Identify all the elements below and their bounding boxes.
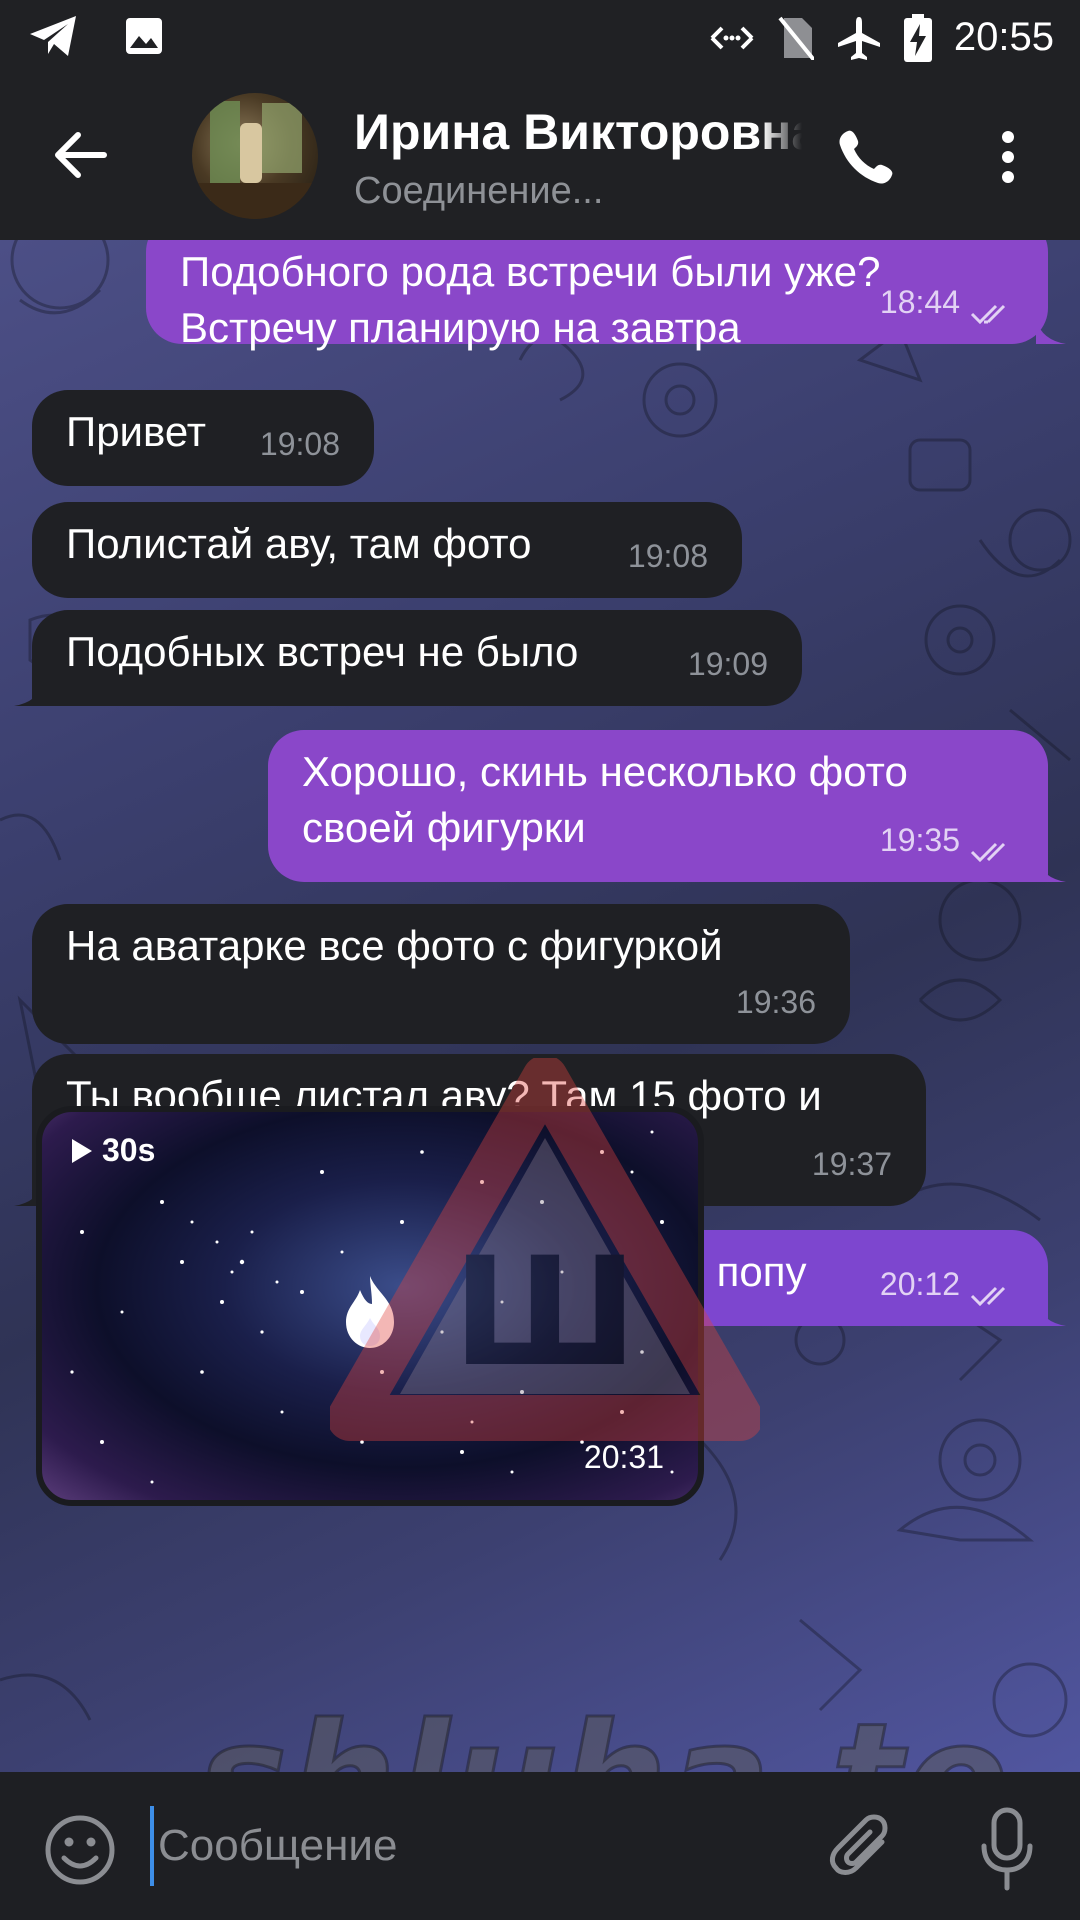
attach-paperclip-icon[interactable] <box>826 1812 900 1886</box>
message-time: 18:44 <box>879 284 960 320</box>
message-time: 19:35 <box>879 822 960 858</box>
message-time: 20:12 <box>879 1266 960 1302</box>
watermark-logo: Ш <box>330 1058 760 1441</box>
bubble-tail <box>1036 320 1066 344</box>
contact-avatar[interactable] <box>192 93 318 219</box>
message-input[interactable] <box>150 1806 790 1886</box>
status-bar: 20:55 <box>0 0 1080 75</box>
message-incoming[interactable]: Подобных встреч не было 19:09 <box>32 610 802 706</box>
message-time: 19:37 <box>811 1146 892 1182</box>
message-text: Полистай аву, там фото <box>66 520 532 567</box>
read-checkmarks-icon <box>970 1286 1006 1307</box>
message-text: Подобных встреч не было <box>66 628 579 675</box>
chat-area[interactable]: Подобного рода встречи были уже? Встречу… <box>0 240 1080 1772</box>
play-icon <box>72 1138 92 1163</box>
telegram-icon <box>30 16 76 56</box>
microphone-icon[interactable] <box>978 1806 1036 1892</box>
phone-call-icon[interactable] <box>834 125 898 189</box>
message-time: 19:08 <box>627 538 708 574</box>
message-time: 19:08 <box>259 426 340 462</box>
read-checkmarks-icon <box>970 304 1006 325</box>
emoji-icon[interactable] <box>44 1814 116 1886</box>
video-duration: 30s <box>70 1132 155 1169</box>
watermark-letter: Ш <box>452 1226 637 1400</box>
message-incoming[interactable]: Полистай аву, там фото 19:08 <box>32 502 742 598</box>
contact-name[interactable]: Ирина Викторовна <box>354 103 802 161</box>
no-sim-icon <box>778 16 814 60</box>
airplane-mode-icon <box>837 16 880 60</box>
message-outgoing[interactable]: Хорошо, скинь несколько фото своей фигур… <box>268 730 1048 882</box>
message-incoming[interactable]: На аватарке все фото с фигуркой 19:36 <box>32 904 850 1044</box>
bubble-tail <box>1036 1302 1066 1326</box>
clock: 20:55 <box>953 15 1054 59</box>
data-transfer-icon <box>710 26 754 49</box>
gallery-icon <box>126 18 162 54</box>
message-outgoing[interactable]: Подобного рода встречи были уже? Встречу… <box>146 240 1048 351</box>
back-arrow-icon[interactable] <box>50 125 110 185</box>
message-time: 19:09 <box>687 646 768 682</box>
message-text: На аватарке все фото с фигуркой <box>66 922 723 969</box>
bubble-tail <box>14 682 44 706</box>
chat-header: Ирина Викторовна Соединение... <box>0 75 1080 240</box>
message-time: 19:36 <box>735 984 816 1020</box>
read-checkmarks-icon <box>970 842 1006 863</box>
message-incoming[interactable]: Привет 19:08 <box>32 390 374 486</box>
message-input-bar <box>0 1772 1080 1920</box>
bubble-tail <box>1036 858 1066 882</box>
more-options-icon[interactable] <box>994 125 1022 189</box>
contact-status: Соединение... <box>354 170 604 212</box>
video-duration-label: 30s <box>102 1132 156 1168</box>
battery-charging-icon <box>903 13 932 62</box>
